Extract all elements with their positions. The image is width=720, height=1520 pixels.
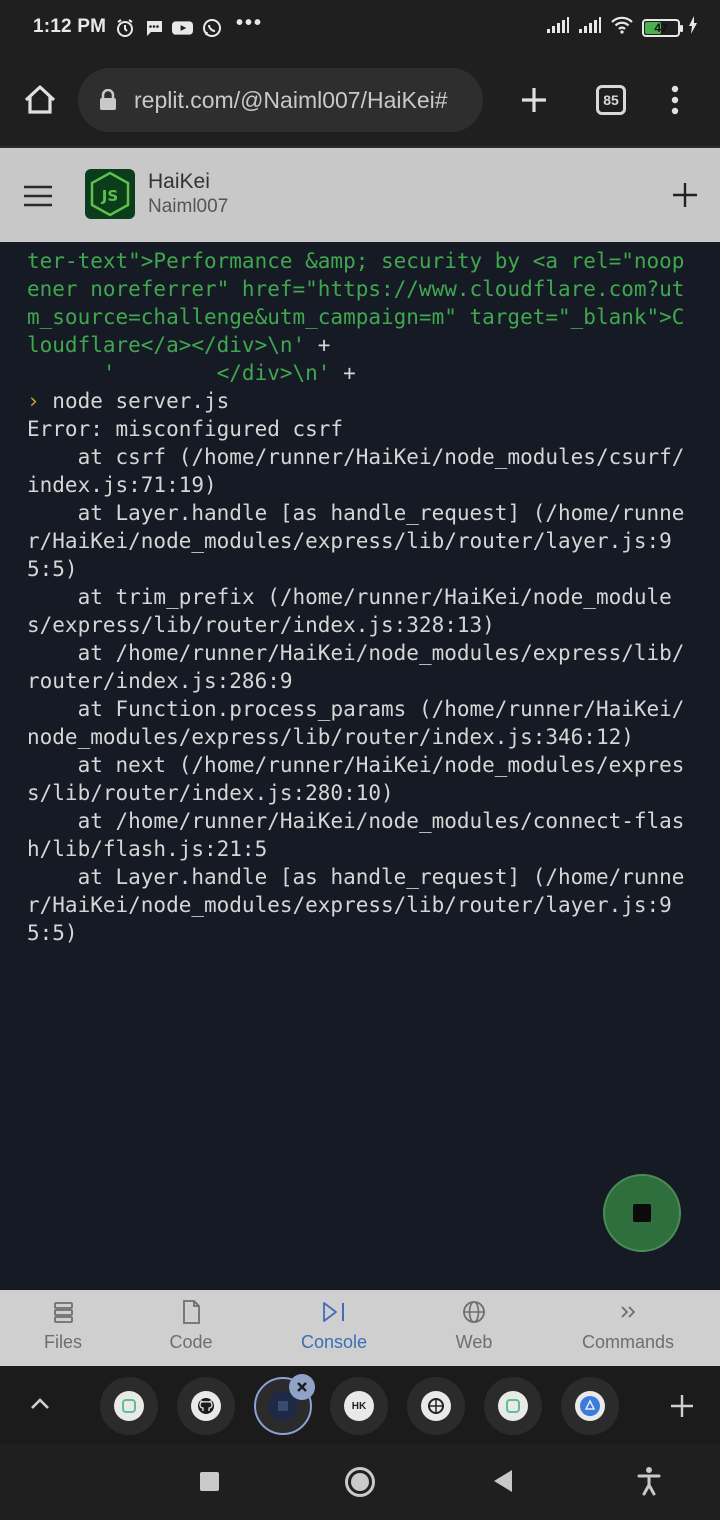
accessibility-icon <box>637 1467 661 1496</box>
home-button[interactable] <box>20 80 60 120</box>
status-right: 47 <box>546 16 698 39</box>
tab-web[interactable]: Web <box>429 1290 519 1366</box>
url-text: replit.com/@Naiml007/HaiKei# <box>134 86 448 113</box>
files-icon <box>54 1302 73 1323</box>
home-circle-icon <box>351 1473 369 1491</box>
notification-icons: ••• <box>114 12 263 38</box>
status-time: 1:12 PM <box>33 16 107 37</box>
browser-toolbar: replit.com/@Naiml007/HaiKei# 85 <box>0 56 720 146</box>
browser-menu-button[interactable] <box>662 80 688 120</box>
browser-icon <box>421 1391 451 1421</box>
hk-icon: HK <box>344 1391 374 1421</box>
error-line: Error: misconfigured csrf <box>27 417 344 441</box>
whatsapp-icon <box>201 17 222 38</box>
github-icon <box>191 1391 221 1421</box>
lock-icon <box>100 89 116 110</box>
tab-label: Console <box>300 1332 368 1352</box>
add-extension-button[interactable] <box>668 1392 696 1420</box>
console-line: + <box>305 333 331 357</box>
console-line: ' </div>\n' <box>27 361 331 385</box>
tab-label: Code <box>169 1332 213 1352</box>
prompt-icon: › <box>27 389 40 413</box>
stack-line: at /home/runner/HaiKei/node_modules/expr… <box>27 641 685 693</box>
chevrons-right-icon <box>621 1306 636 1318</box>
battery-level: 47 <box>654 20 668 35</box>
stack-line: at Function.process_params (/home/runner… <box>27 697 685 749</box>
repl-title[interactable]: HaiKei <box>148 170 210 194</box>
console-icon <box>323 1302 344 1322</box>
tab-label: Files <box>43 1332 82 1352</box>
close-extension-button[interactable] <box>289 1374 315 1400</box>
replit-icon <box>498 1391 528 1421</box>
console-line: + <box>330 361 356 385</box>
console-command: node server.js <box>39 389 230 413</box>
stack-line: at Layer.handle [as handle_request] (/ho… <box>27 865 685 945</box>
replit-icon <box>114 1391 144 1421</box>
plus-icon <box>673 183 697 207</box>
console-line: ter-text">Performance &amp; security by … <box>27 249 685 357</box>
plus-icon <box>522 88 546 112</box>
system-nav-bar <box>0 1444 720 1520</box>
extension-github[interactable] <box>177 1377 235 1435</box>
battery-indicator: 47 <box>642 18 683 37</box>
hamburger-icon <box>24 185 52 207</box>
close-icon <box>297 1382 307 1392</box>
accessibility-button[interactable] <box>636 1466 662 1496</box>
chevron-up-icon <box>31 1398 49 1409</box>
tab-label: Web <box>455 1332 493 1352</box>
repl-header: JS HaiKei Naiml007 <box>0 146 720 242</box>
address-bar[interactable]: replit.com/@Naiml007/HaiKei# <box>78 68 483 132</box>
more-vert-icon <box>671 85 679 115</box>
tab-files[interactable]: Files <box>18 1290 108 1366</box>
extension-blue[interactable] <box>561 1377 619 1435</box>
youtube-icon <box>172 17 193 38</box>
extension-strip: HK <box>0 1366 720 1444</box>
extension-hk[interactable]: HK <box>330 1377 388 1435</box>
logo-text: JS <box>101 187 118 205</box>
plus-icon <box>671 1395 693 1417</box>
stop-icon <box>633 1204 651 1222</box>
nodejs-logo: JS <box>85 169 135 219</box>
tab-label: Commands <box>581 1332 675 1352</box>
file-icon <box>183 1300 200 1324</box>
signal-icon <box>546 16 570 39</box>
repl-owner[interactable]: Naiml007 <box>148 196 228 218</box>
new-tab-button[interactable] <box>514 80 554 120</box>
tab-console[interactable]: Console <box>284 1290 384 1366</box>
stack-line: at /home/runner/HaiKei/node_modules/conn… <box>27 809 685 861</box>
stack-line: at csrf (/home/runner/HaiKei/node_module… <box>27 445 685 497</box>
alarm-icon <box>114 17 135 38</box>
menu-button[interactable] <box>20 178 56 214</box>
console-output[interactable]: ter-text">Performance &amp; security by … <box>27 247 693 947</box>
add-button[interactable] <box>668 178 702 212</box>
home-icon <box>24 85 56 114</box>
stack-line: at trim_prefix (/home/runner/HaiKei/node… <box>27 585 672 637</box>
extension-replit-2[interactable] <box>484 1377 542 1435</box>
wifi-icon <box>610 16 634 39</box>
triangle-icon <box>575 1391 605 1421</box>
extension-browser[interactable] <box>407 1377 465 1435</box>
message-icon <box>143 17 164 38</box>
stop-button[interactable] <box>603 1174 681 1252</box>
tab-switcher-button[interactable]: 85 <box>596 85 626 115</box>
stack-line: at Layer.handle [as handle_request] (/ho… <box>27 501 685 581</box>
console-panel[interactable]: ter-text">Performance &amp; security by … <box>0 242 720 1290</box>
overflow-dots: ••• <box>236 12 264 34</box>
signal-2-icon <box>578 16 602 39</box>
globe-icon <box>463 1301 485 1323</box>
recents-button[interactable] <box>200 1472 219 1491</box>
home-nav-button[interactable] <box>345 1467 375 1497</box>
status-bar: 1:12 PM ••• 47 <box>0 0 720 56</box>
back-button[interactable] <box>494 1470 512 1492</box>
bottom-tab-bar: Files Code Console Web Commands <box>0 1290 720 1366</box>
extension-replit[interactable] <box>100 1377 158 1435</box>
stack-line: at next (/home/runner/HaiKei/node_module… <box>27 753 685 805</box>
tab-commands[interactable]: Commands <box>572 1290 684 1366</box>
collapse-button[interactable] <box>26 1390 54 1418</box>
charging-icon <box>688 16 698 39</box>
tab-code[interactable]: Code <box>146 1290 236 1366</box>
